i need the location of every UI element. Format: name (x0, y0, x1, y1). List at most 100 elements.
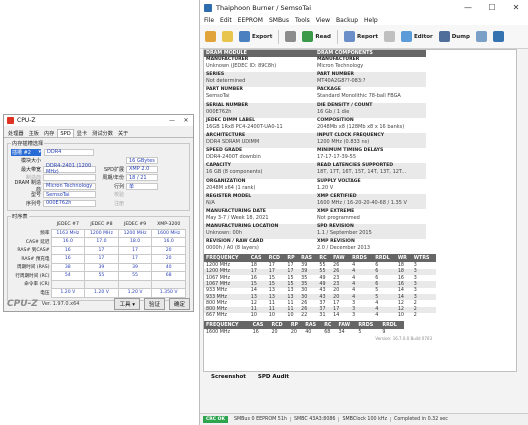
spd-ext-label: SPD扩展 (103, 166, 124, 173)
tab-mainboard[interactable]: 主板 (27, 129, 41, 137)
timing-value: 17 (84, 254, 119, 264)
xmp-col-header: CAS (250, 321, 270, 330)
timing-col-header: JEDEC #7 (56, 222, 79, 227)
report-field-value: Unknown (JEDEC ID: 89C8h) (206, 63, 277, 69)
report-field: COMPOSITION 2048Mb x8 (128Mb x8 x 16 bank… (315, 118, 426, 133)
new-button[interactable] (203, 29, 218, 44)
freq-cell: 22 (301, 313, 308, 319)
minimize-icon[interactable]: — (165, 117, 179, 124)
tab-bench[interactable]: 测试分数 (90, 129, 115, 137)
report-field-value: Standard Monolithic 78-ball FBGA (317, 93, 401, 100)
tab-spd-audit[interactable]: SPD Audit (258, 374, 289, 386)
tools-button[interactable]: 工具 ▾ (114, 297, 140, 310)
report-field: MANUFACTURER Unknown (JEDEC ID: 89C8h) (204, 57, 315, 72)
tools-button[interactable] (382, 29, 397, 44)
report-field: REVISION / RAW CARD 0000h / A0 (8 layers) (204, 239, 315, 254)
timing-col-header: JEDEC #8 (90, 222, 113, 227)
menu-file[interactable]: File (204, 17, 214, 24)
menu-help[interactable]: Help (364, 17, 378, 24)
tab-graphics[interactable]: 显卡 (75, 129, 89, 137)
cpuz-title: CPU-Z (17, 117, 36, 124)
tab-screenshot[interactable]: Screenshot (211, 374, 246, 386)
freq-cell: 10 (287, 313, 294, 319)
timing-value: 40 (151, 262, 186, 272)
read-button[interactable]: Read (300, 29, 333, 44)
freq-col-header: RRDL (373, 254, 396, 263)
close-icon[interactable]: ✕ (504, 3, 528, 12)
report-field-value: Unknown: 00h (206, 230, 243, 237)
open-button[interactable] (220, 29, 235, 44)
thaiphoon-title: Thaiphoon Burner / SemsoTai (216, 3, 312, 12)
xmp-cell: 34 (338, 329, 345, 335)
editor-button[interactable]: Editor (399, 29, 435, 44)
report-field-value: 16 GB (8 components) (206, 169, 263, 176)
report-field: SERIAL NUMBER 000E762h (204, 102, 315, 118)
chevron-down-icon: ▾ (38, 149, 41, 156)
undo-button[interactable] (283, 29, 298, 44)
report-field: PART NUMBER MT40A2G8??-083:? (315, 72, 426, 88)
dump-button[interactable]: Dump (437, 29, 472, 44)
menu-bar: File Edit EEPROM SMBus Tools View Backup… (200, 15, 528, 25)
menu-tools[interactable]: Tools (295, 17, 310, 24)
part-number-value: SemsoTai (43, 191, 96, 199)
module-size-label: 模块大小 (20, 158, 41, 165)
tab-spd[interactable]: SPD (57, 129, 74, 137)
slot-selection-legend: 内存插槽选择 (12, 141, 44, 147)
menu-smbus[interactable]: SMBus (269, 17, 289, 24)
timing-value: 17 (84, 245, 119, 255)
menu-view[interactable]: View (316, 17, 330, 24)
slot-select[interactable]: 插槽 #2 ▾ (11, 148, 41, 156)
thaiphoon-titlebar: Thaiphoon Burner / SemsoTai — ☐ ✕ (200, 0, 528, 15)
screenshot-button[interactable] (474, 29, 489, 44)
report-field: XMP CERTIFIED 1600 MHz / 16-20-20-40-68 /… (315, 193, 426, 209)
timing-value: 17 (117, 254, 153, 264)
timing-value: 20 (151, 245, 186, 255)
freq-col-header: WTRS (411, 254, 436, 263)
report-field-value: 2048Mb x8 (128Mb x8 x 16 banks) (317, 123, 405, 130)
timing-value: 18.0 (117, 237, 153, 247)
spd-ext-value: XMP 2.0 (126, 165, 158, 173)
cpuz-window: CPU-Z — ✕ 处理器 主板 内存 SPD 显卡 测试分数 关于 内存插槽选… (3, 114, 194, 312)
dump-label: Dump (451, 33, 470, 40)
max-bandwidth-label: 最大带宽 (20, 166, 41, 173)
report-field-value: N/A (206, 199, 215, 206)
report-field: PACKAGE Standard Monolithic 78-ball FBGA (315, 87, 426, 102)
close-icon[interactable]: ✕ (179, 117, 193, 124)
ok-button[interactable]: 确定 (168, 297, 190, 310)
minimize-icon[interactable]: — (456, 3, 480, 12)
timing-value: 1600 MHz (151, 228, 186, 238)
timing-value: 68 (151, 271, 186, 281)
undo-icon (285, 31, 297, 42)
max-bandwidth-value: DDR4-2401 (1200 MHz) (43, 163, 96, 175)
freq-col-header: RRDS (350, 254, 374, 263)
save-icon (239, 31, 250, 42)
report-header: DRAM MODULE DRAM COMPONENTS (204, 50, 516, 57)
dump-icon (438, 31, 450, 42)
settings-button[interactable] (491, 29, 506, 44)
menu-eeprom[interactable]: EEPROM (238, 17, 263, 24)
serial-value: 000E762h (43, 199, 96, 207)
xmp-cell: 68 (324, 329, 331, 335)
xmp-cell: 16 (252, 329, 259, 335)
week-year-value: 18 / 21 (126, 174, 158, 182)
freq-cell: 10 (397, 313, 404, 319)
freq-cell: 14 (333, 313, 340, 319)
slot-select-value: 插槽 #2 (12, 149, 31, 156)
timing-row: 频率 1163 MHz 1200 MHz 1200 MHz 1600 MHz (11, 228, 186, 238)
tab-memory[interactable]: 内存 (42, 129, 56, 137)
part-number-label: 型号 (30, 192, 41, 199)
validate-button[interactable]: 验证 (143, 297, 165, 310)
menu-edit[interactable]: Edit (220, 17, 232, 24)
cpuz-app-icon (7, 117, 14, 124)
export-button[interactable]: Export (237, 29, 274, 44)
xmp-col-header: RP (288, 321, 304, 330)
tab-about[interactable]: 关于 (116, 129, 130, 137)
report-field-value: DDR4-2400T downbin (206, 154, 261, 161)
menu-backup[interactable]: Backup (336, 17, 358, 24)
export-label: Export (252, 33, 273, 40)
tab-cpu[interactable]: 处理器 (6, 129, 26, 137)
maximize-icon[interactable]: ☐ (480, 3, 504, 12)
freq-col-header: RP (285, 254, 300, 263)
report-button[interactable]: Report (342, 29, 380, 44)
report-field: JEDEC DIMM LABEL 16GB 1Rx8 PC4-2400T-UA0-… (204, 118, 315, 133)
